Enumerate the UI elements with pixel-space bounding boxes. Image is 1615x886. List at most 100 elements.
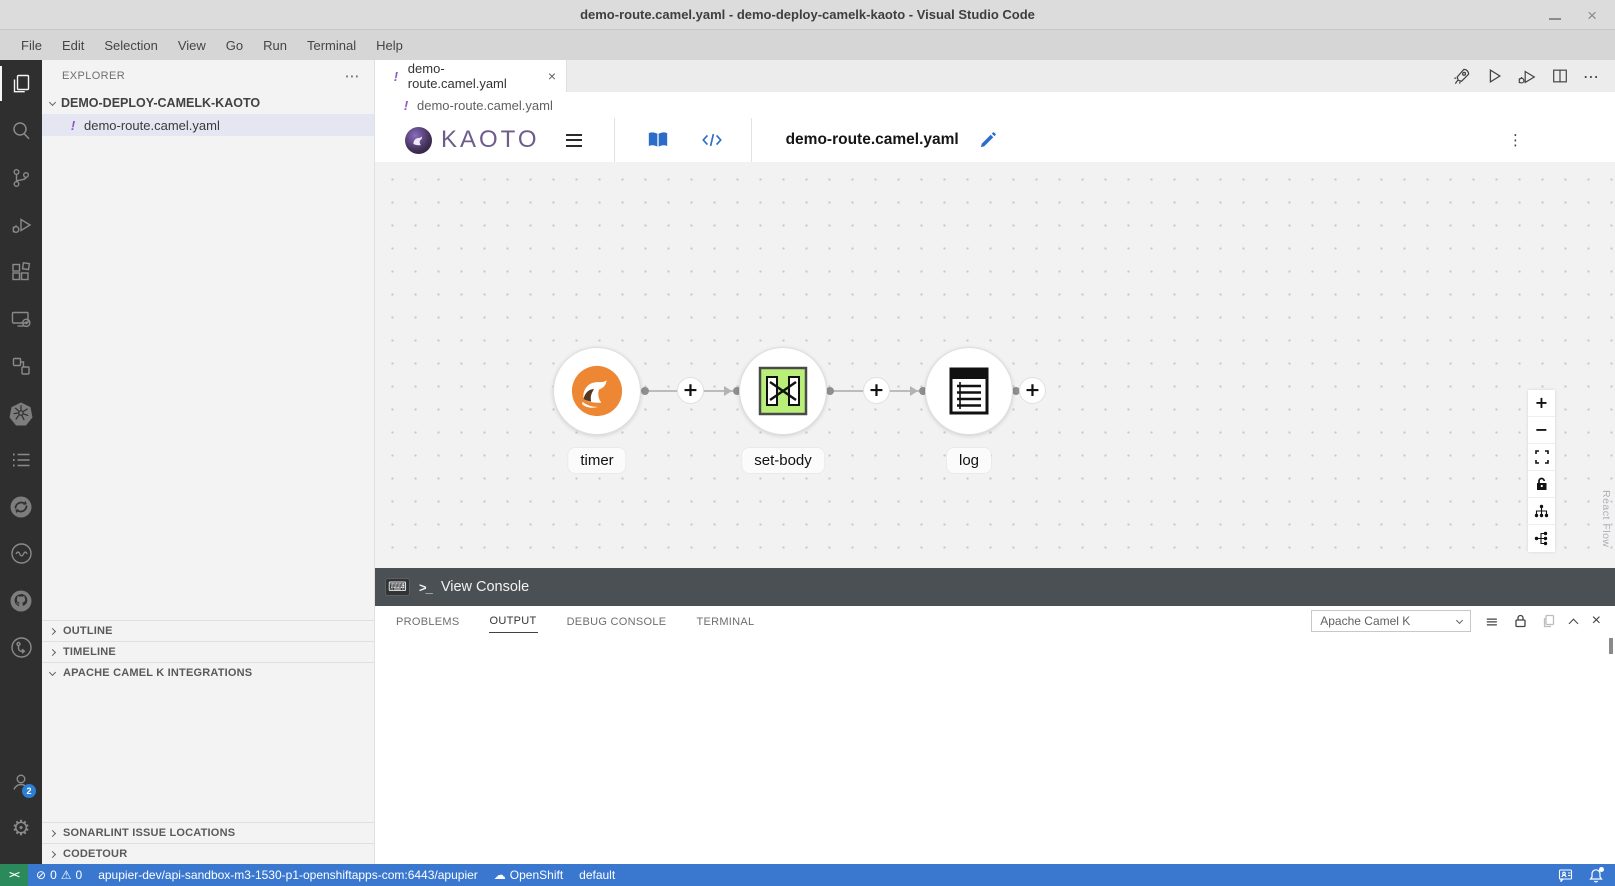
activitybar-settings[interactable]: ⚙ <box>0 805 42 852</box>
git-branch-icon <box>9 166 33 190</box>
fit-view-button[interactable] <box>1528 444 1555 471</box>
menu-help[interactable]: Help <box>367 34 412 57</box>
activitybar-sonarlint[interactable] <box>0 530 42 577</box>
menu-icon[interactable] <box>562 130 586 151</box>
openshift-status[interactable]: ☁ OpenShift <box>486 864 571 886</box>
panel-header: PROBLEMS OUTPUT DEBUG CONSOLE TERMINAL A… <box>375 606 1615 636</box>
book-icon[interactable] <box>647 130 669 150</box>
more-actions-icon[interactable]: ⋯ <box>345 67 360 85</box>
tab-demo-route[interactable]: ! demo-route.camel.yaml × <box>375 60 567 92</box>
activitybar-kubernetes[interactable] <box>0 389 42 436</box>
section-sonarlint-issue-locations[interactable]: SONARLINT ISSUE LOCATIONS <box>42 822 374 843</box>
node-label-log[interactable]: log <box>947 448 991 473</box>
run-icon[interactable] <box>1485 67 1503 85</box>
activitybar-extensions[interactable] <box>0 248 42 295</box>
warning-count: 0 <box>76 868 83 882</box>
close-tab-icon[interactable]: × <box>548 68 556 84</box>
workspace-folder-label: DEMO-DEPLOY-CAMELK-KAOTO <box>61 96 260 110</box>
lock-button[interactable] <box>1528 471 1555 498</box>
plus-icon: + <box>683 381 699 400</box>
warning-icon: ⚠ <box>61 869 72 881</box>
workspace-folder-row[interactable]: DEMO-DEPLOY-CAMELK-KAOTO <box>42 92 374 114</box>
section-outline[interactable]: OUTLINE <box>42 620 374 641</box>
menu-terminal[interactable]: Terminal <box>298 34 365 57</box>
activitybar-run-debug[interactable] <box>0 201 42 248</box>
edit-pencil-icon[interactable] <box>979 132 996 149</box>
sidebar-title: EXPLORER <box>62 70 125 82</box>
kaoto-brand: KAOTO <box>441 126 540 154</box>
section-timeline[interactable]: TIMELINE <box>42 641 374 662</box>
activitybar-components[interactable] <box>0 342 42 389</box>
feedback-button[interactable] <box>1550 864 1581 886</box>
problems-status[interactable]: ⊘ 0 ⚠ 0 <box>28 864 90 886</box>
window-title: demo-route.camel.yaml - demo-deploy-came… <box>580 7 1035 22</box>
vertical-layout-button[interactable] <box>1528 498 1555 525</box>
kebab-menu-icon[interactable]: ⋮ <box>1508 131 1523 149</box>
debug-alt-icon[interactable] <box>1517 67 1537 86</box>
activitybar-remote-explorer[interactable] <box>0 295 42 342</box>
tab-terminal[interactable]: TERMINAL <box>695 610 755 633</box>
menu-view[interactable]: View <box>169 34 215 57</box>
output-channel-select[interactable]: Apache Camel K <box>1311 610 1471 632</box>
tab-problems[interactable]: PROBLEMS <box>395 610 461 633</box>
zoom-in-button[interactable]: + <box>1528 390 1555 417</box>
add-step-button[interactable]: + <box>677 377 704 404</box>
activitybar-openshift-toolkit[interactable] <box>0 483 42 530</box>
section-camelk-integrations[interactable]: APACHE CAMEL K INTEGRATIONS <box>42 662 374 683</box>
add-step-button[interactable]: + <box>1019 377 1046 404</box>
remote-indicator[interactable]: >< <box>0 864 28 886</box>
node-label-set-body[interactable]: set-body <box>742 448 824 473</box>
activitybar-account[interactable]: 2 <box>0 758 42 805</box>
section-codetour[interactable]: CODETOUR <box>42 843 374 864</box>
node-label-timer[interactable]: timer <box>568 448 625 473</box>
activitybar-explorer[interactable] <box>0 60 42 107</box>
kaoto-flow-canvas[interactable]: + + + <box>375 162 1615 568</box>
breadcrumb[interactable]: ! demo-route.camel.yaml <box>375 92 1615 118</box>
menu-selection[interactable]: Selection <box>95 34 166 57</box>
activity-bar: 2 ⚙ <box>0 60 42 864</box>
node-set-body[interactable] <box>739 347 827 435</box>
debug-play-icon <box>9 213 33 237</box>
remote-icon: >< <box>9 870 19 881</box>
split-editor-icon[interactable] <box>1551 67 1569 85</box>
cloud-icon: ☁ <box>494 869 506 881</box>
lock-scroll-icon[interactable] <box>1514 614 1527 628</box>
activitybar-github[interactable] <box>0 577 42 624</box>
zoom-out-button[interactable]: − <box>1528 417 1555 444</box>
horizontal-layout-button[interactable] <box>1528 525 1555 552</box>
cluster-context[interactable]: apupier-dev/api-sandbox-m3-1530-p1-opens… <box>90 864 486 886</box>
file-row-demo-route[interactable]: ! demo-route.camel.yaml <box>42 114 374 136</box>
menu-edit[interactable]: Edit <box>53 34 93 57</box>
maximize-panel-icon[interactable] <box>1568 618 1578 628</box>
more-actions-icon[interactable]: ⋯ <box>1583 67 1599 86</box>
view-console-bar[interactable]: ⌨ >_ View Console <box>375 568 1615 606</box>
section-label: OUTLINE <box>63 625 113 637</box>
minimize-button[interactable] <box>1549 8 1561 23</box>
section-label: TIMELINE <box>63 646 116 658</box>
react-flow-watermark[interactable]: React Flow <box>1600 490 1612 548</box>
notifications-button[interactable] <box>1581 864 1615 886</box>
activitybar-list-view[interactable] <box>0 436 42 483</box>
menu-go[interactable]: Go <box>217 34 252 57</box>
copy-icon[interactable] <box>1542 614 1555 628</box>
node-log[interactable] <box>925 347 1013 435</box>
activitybar-search[interactable] <box>0 107 42 154</box>
close-panel-icon[interactable]: × <box>1592 612 1601 630</box>
menu-run[interactable]: Run <box>254 34 296 57</box>
activitybar-codetour[interactable] <box>0 624 42 671</box>
code-icon[interactable] <box>701 131 723 149</box>
output-panel-body[interactable] <box>375 636 1615 864</box>
menu-file[interactable]: File <box>12 34 51 57</box>
add-step-button[interactable]: + <box>863 377 890 404</box>
namespace-status[interactable]: default <box>571 864 623 886</box>
tab-debug-console[interactable]: DEBUG CONSOLE <box>566 610 668 633</box>
editor-tabbar: ! demo-route.camel.yaml × ⋯ <box>375 60 1615 92</box>
node-timer[interactable] <box>553 347 641 435</box>
activitybar-source-control[interactable] <box>0 154 42 201</box>
output-channel-value: Apache Camel K <box>1320 614 1410 628</box>
clear-output-icon[interactable]: ≡ <box>1485 612 1498 631</box>
tab-output[interactable]: OUTPUT <box>489 609 538 633</box>
rocket-icon[interactable] <box>1452 67 1471 86</box>
close-window-button[interactable]: × <box>1587 7 1597 24</box>
panel-scrollbar[interactable] <box>1609 638 1613 654</box>
